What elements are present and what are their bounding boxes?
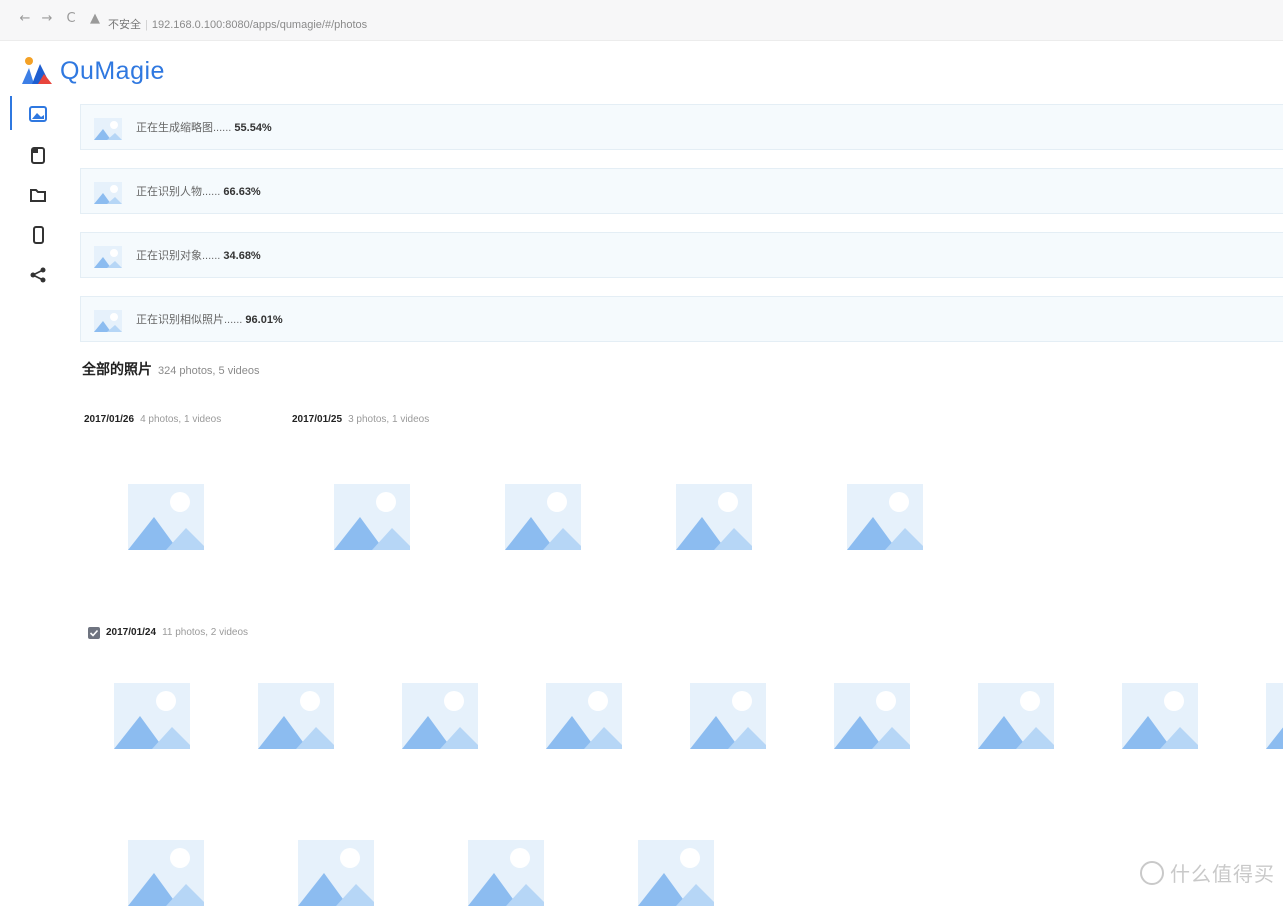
image-placeholder-icon: [546, 683, 622, 749]
image-placeholder-icon: [834, 683, 910, 749]
group-count: 3 photos, 1 videos: [348, 414, 430, 425]
task-face-recognition: 正在识别人物...... 66.63%: [80, 168, 1283, 214]
select-group-checkbox[interactable]: [88, 627, 100, 639]
photo-thumbnail[interactable]: [468, 840, 544, 906]
task-percent: 34.68%: [223, 250, 261, 262]
date-group-header[interactable]: 2017/01/25 3 photos, 1 videos: [292, 413, 429, 427]
image-placeholder-icon: [847, 484, 923, 550]
share-icon[interactable]: [28, 265, 48, 285]
group-count: 4 photos, 1 videos: [140, 414, 222, 425]
image-placeholder-icon: [690, 683, 766, 749]
group-count: 11 photos, 2 videos: [162, 627, 249, 638]
image-placeholder-icon: [505, 484, 581, 550]
photo-thumbnail[interactable]: [978, 683, 1054, 749]
group-date: 2017/01/24: [106, 627, 157, 638]
photo-thumbnail[interactable]: [546, 683, 622, 749]
image-placeholder-icon: [94, 118, 122, 140]
image-placeholder-icon: [468, 840, 544, 906]
section-count: 324 photos, 5 videos: [158, 365, 260, 377]
photo-thumbnail[interactable]: [847, 484, 923, 550]
back-button[interactable]: ←: [18, 12, 32, 26]
task-status-text: 正在识别对象......: [136, 250, 221, 262]
task-percent: 96.01%: [245, 314, 283, 326]
photo-thumbnail[interactable]: [1266, 683, 1283, 749]
photo-thumbnail[interactable]: [402, 683, 478, 749]
watermark: 什么值得买: [1140, 858, 1275, 887]
image-placeholder-icon: [114, 683, 190, 749]
section-title-text: 全部的照片: [82, 361, 152, 377]
security-label: 不安全: [108, 19, 141, 31]
image-placeholder-icon: [676, 484, 752, 550]
task-thumbnail-generation: 正在生成缩略图...... 55.54%: [80, 104, 1283, 150]
photo-thumbnail[interactable]: [128, 484, 204, 550]
folder-icon[interactable]: [28, 185, 48, 205]
photo-thumbnail[interactable]: [676, 484, 752, 550]
photo-thumbnail[interactable]: [638, 840, 714, 906]
image-placeholder-icon: [94, 182, 122, 204]
image-placeholder-icon: [128, 484, 204, 550]
url-text: 192.168.0.100:8080/apps/qumagie/#/photos: [151, 19, 368, 31]
image-placeholder-icon: [334, 484, 410, 550]
photo-thumbnail[interactable]: [334, 484, 410, 550]
task-similar-photo-detection: 正在识别相似照片...... 96.01%: [80, 296, 1283, 342]
sidebar-active-indicator: [10, 96, 12, 130]
task-percent: 55.54%: [234, 122, 272, 134]
image-placeholder-icon: [1122, 683, 1198, 749]
photo-thumbnail[interactable]: [298, 840, 374, 906]
image-placeholder-icon: [94, 246, 122, 268]
photo-thumbnail[interactable]: [834, 683, 910, 749]
photo-thumbnail[interactable]: [690, 683, 766, 749]
task-object-recognition: 正在识别对象...... 34.68%: [80, 232, 1283, 278]
address-bar[interactable]: 不安全 | 192.168.0.100:8080/apps/qumagie/#/ph…: [108, 16, 668, 34]
checkmark-icon: [89, 629, 99, 637]
task-status-text: 正在识别人物......: [136, 186, 221, 198]
image-placeholder-icon: [128, 840, 204, 906]
task-label: 正在生成缩略图...... 55.54%: [136, 120, 272, 136]
app-title: QuMagie: [60, 57, 165, 85]
watermark-logo-icon: [1140, 861, 1164, 885]
photo-thumbnail[interactable]: [114, 683, 190, 749]
task-status-text: 正在识别相似照片......: [136, 314, 243, 326]
image-placeholder-icon: [978, 683, 1054, 749]
photo-icon[interactable]: [28, 104, 48, 124]
photo-thumbnail[interactable]: [1122, 683, 1198, 749]
forward-button[interactable]: →: [40, 12, 54, 26]
phone-icon[interactable]: [28, 225, 48, 245]
browser-toolbar: ← → C ▲ 不安全 | 192.168.0.100:8080/apps/quma…: [0, 0, 1283, 41]
task-status-text: 正在生成缩略图......: [136, 122, 232, 134]
date-group-header[interactable]: 2017/01/26 4 photos, 1 videos: [84, 413, 221, 427]
group-date: 2017/01/25: [292, 414, 343, 425]
group-date: 2017/01/26: [84, 414, 135, 425]
date-group-header[interactable]: 2017/01/24 11 photos, 2 videos: [106, 626, 248, 640]
section-title: 全部的照片 324 photos, 5 videos: [82, 360, 260, 380]
image-placeholder-icon: [638, 840, 714, 906]
photo-thumbnail[interactable]: [128, 840, 204, 906]
task-label: 正在识别对象...... 34.68%: [136, 248, 261, 264]
url-separator: |: [145, 19, 148, 31]
task-label: 正在识别相似照片...... 96.01%: [136, 312, 283, 328]
album-icon[interactable]: [28, 145, 48, 165]
image-placeholder-icon: [402, 683, 478, 749]
image-placeholder-icon: [1266, 683, 1283, 749]
image-placeholder-icon: [258, 683, 334, 749]
image-placeholder-icon: [94, 310, 122, 332]
task-label: 正在识别人物...... 66.63%: [136, 184, 261, 200]
warning-icon: ▲: [90, 11, 100, 26]
task-percent: 66.63%: [223, 186, 261, 198]
watermark-text: 什么值得买: [1170, 862, 1275, 886]
reload-button[interactable]: C: [64, 12, 78, 26]
image-placeholder-icon: [298, 840, 374, 906]
photo-thumbnail[interactable]: [258, 683, 334, 749]
photo-thumbnail[interactable]: [505, 484, 581, 550]
qumagie-logo-icon: [22, 57, 52, 84]
